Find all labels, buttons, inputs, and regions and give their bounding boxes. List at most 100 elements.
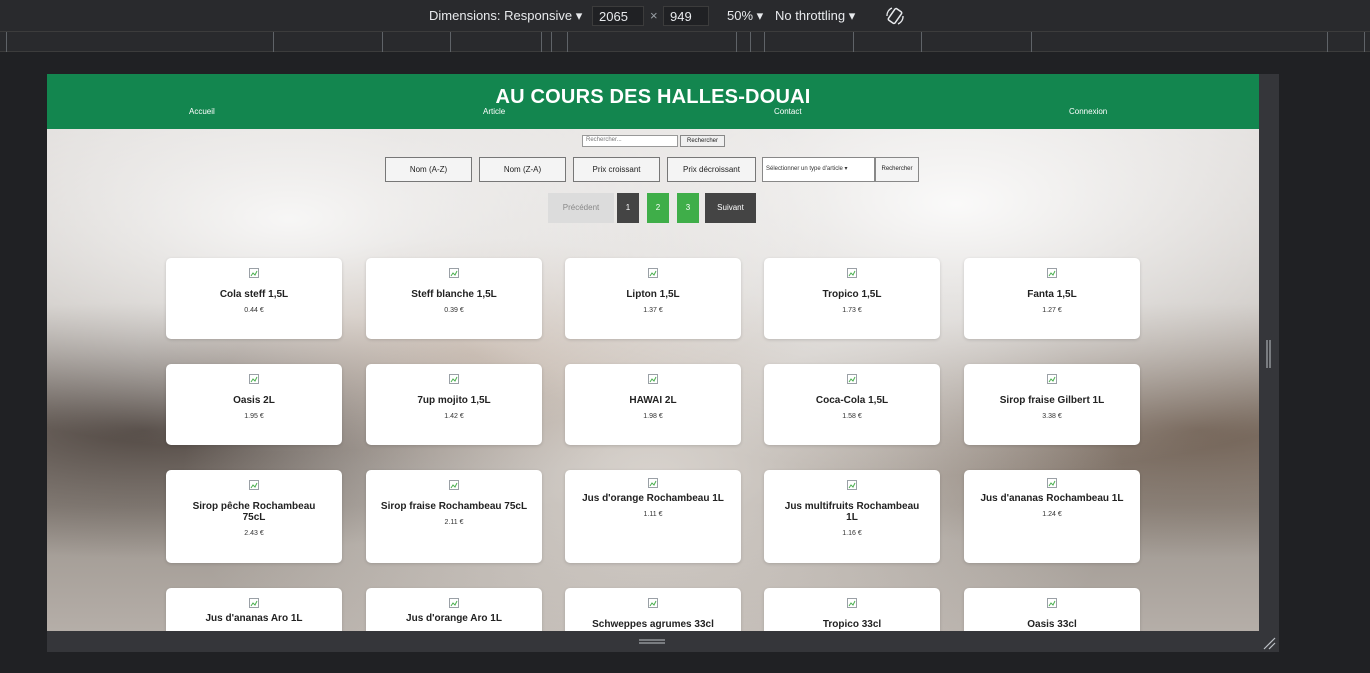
product-price: 0.39 € <box>444 307 464 314</box>
pagination-next[interactable]: Suivant <box>705 193 756 223</box>
product-name: Jus d'ananas Rochambeau 1L <box>980 493 1124 504</box>
pagination-page-2[interactable]: 2 <box>647 193 669 223</box>
nav-contact[interactable]: Contact <box>774 107 802 116</box>
product-name: Jus d'ananas Aro 1L <box>205 613 303 624</box>
product-name: HAWAI 2L <box>629 395 677 406</box>
product-card[interactable]: Cola steff 1,5L 0.44 € <box>166 258 342 339</box>
sort-name-asc-button[interactable]: Nom (A-Z) <box>385 157 472 182</box>
broken-image-icon <box>847 480 857 490</box>
resize-handle-icon[interactable] <box>639 639 665 644</box>
pagination-page-1[interactable]: 1 <box>617 193 639 223</box>
site-title: AU COURS DES HALLES-DOUAI <box>495 86 811 108</box>
corner-resize-icon[interactable] <box>1262 636 1276 650</box>
product-price: 2.11 € <box>444 519 464 526</box>
dimensions-dropdown[interactable]: Dimensions: Responsive ▾ <box>429 8 582 24</box>
pagination-page-3[interactable]: 3 <box>677 193 699 223</box>
broken-image-icon <box>1047 598 1057 608</box>
height-input[interactable] <box>663 6 709 26</box>
sort-price-asc-button[interactable]: Prix croissant <box>573 157 660 182</box>
product-card[interactable]: Oasis 33cl <box>964 588 1140 631</box>
zoom-label: 50% <box>727 8 754 23</box>
product-card[interactable]: Sirop pêche Rochambeau 75cL 2.43 € <box>166 470 342 563</box>
product-price: 1.24 € <box>1042 511 1062 518</box>
product-card[interactable]: Jus multifruits Rochambeau 1L 1.16 € <box>764 470 940 563</box>
product-name: Tropico 33cl <box>822 619 882 630</box>
article-type-select[interactable]: Sélectionner un type d'article ▾ <box>762 157 875 182</box>
broken-image-icon <box>249 374 259 384</box>
product-name: Sirop fraise Rochambeau 75cL <box>380 501 528 512</box>
product-card[interactable]: Tropico 33cl <box>764 588 940 631</box>
zoom-dropdown[interactable]: 50% ▾ <box>727 8 763 24</box>
product-price: 1.42 € <box>444 413 464 420</box>
product-name: Jus d'orange Rochambeau 1L <box>582 493 724 504</box>
times-sign: × <box>650 8 658 23</box>
broken-image-icon <box>847 374 857 384</box>
product-card[interactable]: Coca-Cola 1,5L 1.58 € <box>764 364 940 445</box>
search-input[interactable]: Rechercher... <box>582 135 678 147</box>
product-name: Coca-Cola 1,5L <box>815 395 889 406</box>
product-price: 1.16 € <box>842 530 862 537</box>
product-card[interactable]: Fanta 1,5L 1.27 € <box>964 258 1140 339</box>
product-name: Jus multifruits Rochambeau 1L <box>784 501 920 523</box>
product-price: 3.38 € <box>1042 413 1062 420</box>
broken-image-icon <box>648 478 658 488</box>
broken-image-icon <box>449 598 459 608</box>
product-name: Steff blanche 1,5L <box>411 289 497 300</box>
product-name: Cola steff 1,5L <box>219 289 289 300</box>
product-name: Jus d'orange Aro 1L <box>406 613 502 624</box>
throttling-dropdown[interactable]: No throttling ▾ <box>775 8 855 24</box>
product-card[interactable]: Lipton 1,5L 1.37 € <box>565 258 741 339</box>
product-card[interactable]: Sirop fraise Rochambeau 75cL 2.11 € <box>366 470 542 563</box>
product-card[interactable]: 7up mojito 1,5L 1.42 € <box>366 364 542 445</box>
broken-image-icon <box>249 480 259 490</box>
broken-image-icon <box>449 268 459 278</box>
article-type-label: Sélectionner un type d'article <box>766 166 843 172</box>
bottom-resize-bar[interactable] <box>47 631 1259 652</box>
product-card[interactable]: Schweppes agrumes 33cl <box>565 588 741 631</box>
product-name: Fanta 1,5L <box>1027 289 1077 300</box>
pagination-prev[interactable]: Précédent <box>548 193 614 223</box>
product-price: 1.95 € <box>244 413 264 420</box>
broken-image-icon <box>1047 268 1057 278</box>
side-resize-bar[interactable] <box>1259 74 1279 652</box>
site-header: AU COURS DES HALLES-DOUAI Accueil Articl… <box>47 74 1259 129</box>
broken-image-icon <box>648 374 658 384</box>
sort-name-desc-button[interactable]: Nom (Z-A) <box>479 157 566 182</box>
broken-image-icon <box>449 374 459 384</box>
throttling-label: No throttling <box>775 8 846 23</box>
product-price: 2.43 € <box>244 530 264 537</box>
broken-image-icon <box>648 598 658 608</box>
product-card[interactable]: Sirop fraise Gilbert 1L 3.38 € <box>964 364 1140 445</box>
product-card[interactable]: Jus d'orange Rochambeau 1L 1.11 € <box>565 470 741 563</box>
product-card[interactable]: HAWAI 2L 1.98 € <box>565 364 741 445</box>
product-name: Lipton 1,5L <box>626 289 680 300</box>
product-name: Tropico 1,5L <box>822 289 882 300</box>
broken-image-icon <box>648 268 658 278</box>
broken-image-icon <box>847 598 857 608</box>
broken-image-icon <box>1047 478 1057 488</box>
product-name: Sirop pêche Rochambeau 75cL <box>192 501 316 523</box>
product-name: Sirop fraise Gilbert 1L <box>999 395 1105 406</box>
product-name: Oasis 33cl <box>1027 619 1077 630</box>
nav-article[interactable]: Article <box>483 107 505 116</box>
emulated-viewport: AU COURS DES HALLES-DOUAI Accueil Articl… <box>47 74 1259 631</box>
broken-image-icon <box>249 598 259 608</box>
resize-handle-icon[interactable] <box>1266 340 1271 368</box>
product-name: Oasis 2L <box>233 395 275 406</box>
product-card[interactable]: Oasis 2L 1.95 € <box>166 364 342 445</box>
sort-price-desc-button[interactable]: Prix décroissant <box>667 157 756 182</box>
product-card[interactable]: Jus d'orange Aro 1L <box>366 588 542 631</box>
product-card[interactable]: Jus d'ananas Aro 1L <box>166 588 342 631</box>
product-card[interactable]: Jus d'ananas Rochambeau 1L 1.24 € <box>964 470 1140 563</box>
nav-connexion[interactable]: Connexion <box>1069 107 1107 116</box>
product-card[interactable]: Tropico 1,5L 1.73 € <box>764 258 940 339</box>
product-price: 1.73 € <box>842 307 862 314</box>
rotate-icon[interactable] <box>884 5 906 27</box>
nav-accueil[interactable]: Accueil <box>189 107 215 116</box>
search-button[interactable]: Rechercher <box>680 135 725 147</box>
broken-image-icon <box>449 480 459 490</box>
type-search-button[interactable]: Rechercher <box>875 157 919 182</box>
product-card[interactable]: Steff blanche 1,5L 0.39 € <box>366 258 542 339</box>
width-input[interactable] <box>592 6 644 26</box>
broken-image-icon <box>847 268 857 278</box>
